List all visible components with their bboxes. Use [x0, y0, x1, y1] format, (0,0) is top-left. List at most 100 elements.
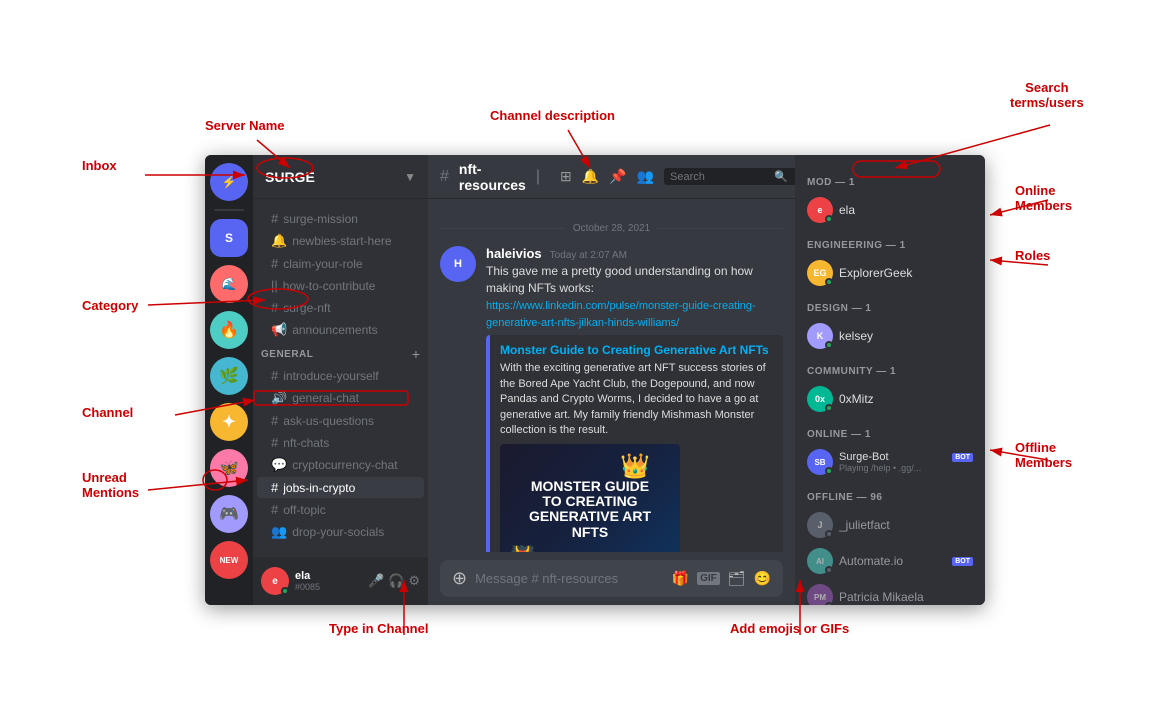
- notifications-icon[interactable]: 🔔: [582, 168, 599, 185]
- member-item-patricia[interactable]: PM Patricia Mikaela: [803, 581, 977, 605]
- settings-icon[interactable]: ⚙: [408, 573, 420, 589]
- hash-icon: #: [271, 300, 278, 315]
- member-item-0xmitz[interactable]: 0x 0xMitz: [803, 383, 977, 415]
- megaphone-icon: 📢: [271, 322, 287, 338]
- annotation-add-emojis: Add emojis or GIFs: [730, 621, 849, 636]
- member-name: Surge-Bot: [839, 451, 949, 463]
- member-status-online: [825, 278, 833, 286]
- channel-item[interactable]: 🔊 general-chat: [257, 387, 424, 409]
- annotation-category: Category: [82, 298, 138, 313]
- channel-name: surge-nft: [283, 301, 416, 315]
- member-name: Automate.io: [839, 554, 949, 568]
- annotation-search: Searchterms/users: [1010, 80, 1084, 110]
- message-text: This gave me a pretty good understanding…: [486, 263, 783, 331]
- bell-icon: 🔔: [271, 233, 287, 249]
- channel-item[interactable]: # nft-chats: [257, 432, 424, 453]
- role-header-mod: MOD — 1: [803, 171, 977, 190]
- pin-icon[interactable]: 📌: [609, 168, 626, 185]
- server-name: SURGE: [265, 169, 404, 185]
- hash-icon: #: [271, 211, 278, 226]
- channel-name: off-topic: [283, 503, 416, 517]
- user-panel: e ela #0085 🎤 🎧 ⚙: [253, 557, 428, 605]
- member-item-surgebot[interactable]: SB Surge-Bot BOT Playing /help • .gg/...: [803, 446, 977, 478]
- annotation-server-name: Server Name: [205, 118, 285, 133]
- gift-icon[interactable]: 🎁: [672, 570, 689, 587]
- member-avatar: J: [807, 512, 833, 538]
- channel-name: general-chat: [292, 391, 416, 405]
- discord-icon[interactable]: ⚡: [210, 163, 248, 201]
- hash-icon: #: [271, 502, 278, 517]
- message-input-area: ⊕ 🎁 GIF 🗂 😊: [428, 552, 795, 605]
- members-icon[interactable]: 👥: [637, 168, 654, 185]
- message-header: haleivios Today at 2:07 AM: [486, 246, 783, 261]
- server-icon-2[interactable]: 🔥: [210, 311, 248, 349]
- user-status-dot: [281, 587, 289, 595]
- server-icon-6[interactable]: 🎮: [210, 495, 248, 533]
- member-status-online: [825, 467, 833, 475]
- user-controls: 🎤 🎧 ⚙: [368, 573, 420, 589]
- server-icon-5[interactable]: 🦋: [210, 449, 248, 487]
- bot-info: Surge-Bot BOT Playing /help • .gg/...: [839, 451, 973, 473]
- message-author: haleivios: [486, 246, 542, 261]
- member-item-explorergeek[interactable]: EG ExplorerGeek: [803, 257, 977, 289]
- channel-item[interactable]: # ask-us-questions: [257, 410, 424, 431]
- emoji-icon[interactable]: 😊: [754, 570, 771, 587]
- member-item-kelsey[interactable]: K kelsey: [803, 320, 977, 352]
- category-education-header[interactable]: EDUCATION +: [253, 549, 428, 557]
- message-input[interactable]: [475, 571, 664, 586]
- search-box: 🔍: [664, 168, 795, 185]
- member-name: ela: [839, 203, 973, 217]
- member-name: _julietfact: [839, 518, 973, 532]
- server-icon-new[interactable]: NEW: [210, 541, 248, 579]
- bot-badge: BOT: [952, 557, 973, 566]
- server-icon-surge[interactable]: S: [210, 219, 248, 257]
- channel-item[interactable]: 👥 drop-your-socials: [257, 521, 424, 543]
- crown-decoration: 👑: [620, 452, 650, 481]
- channel-item-jobs-in-crypto[interactable]: # jobs-in-crypto: [257, 477, 424, 498]
- channel-name: newbies-start-here: [292, 234, 416, 248]
- member-item-automate[interactable]: AI Automate.io BOT: [803, 545, 977, 577]
- channel-item[interactable]: 🔔 newbies-start-here: [257, 230, 424, 252]
- channel-name: jobs-in-crypto: [283, 481, 416, 495]
- channel-item[interactable]: 📢 announcements: [257, 319, 424, 341]
- server-icon-4[interactable]: ✦: [210, 403, 248, 441]
- hash-icon: #: [271, 368, 278, 383]
- channel-header: # nft-resources | Here we will post the …: [428, 155, 795, 199]
- microphone-icon[interactable]: 🎤: [368, 573, 384, 589]
- member-item-julietfact[interactable]: J _julietfact: [803, 509, 977, 541]
- member-item-ela[interactable]: e ela: [803, 194, 977, 226]
- bot-badge: BOT: [952, 453, 973, 462]
- member-avatar: K: [807, 323, 833, 349]
- gif-icon[interactable]: GIF: [697, 572, 720, 585]
- server-sidebar: ⚡ S 🌊 🔥 🌿 ✦ 🦋 🎮 NEW: [205, 155, 253, 605]
- server-icon-1[interactable]: 🌊: [210, 265, 248, 303]
- message-avatar: H: [440, 246, 476, 282]
- channel-item[interactable]: # surge-nft: [257, 297, 424, 318]
- channel-item[interactable]: || how-to-contribute: [257, 275, 424, 296]
- people-icon: 👥: [271, 524, 287, 540]
- category-general-header[interactable]: GENERAL +: [253, 342, 428, 364]
- embed-title: Monster Guide to Creating Generative Art…: [500, 343, 773, 357]
- member-name: 0xMitz: [839, 392, 973, 406]
- threads-icon[interactable]: ⊞: [560, 168, 572, 185]
- add-channel-icon[interactable]: +: [412, 346, 420, 362]
- headphone-icon[interactable]: 🎧: [388, 573, 404, 589]
- channel-item[interactable]: 💬 cryptocurrency-chat: [257, 454, 424, 476]
- member-status-online: [825, 215, 833, 223]
- member-activity: Playing /help • .gg/...: [839, 463, 973, 473]
- channel-item[interactable]: # introduce-yourself: [257, 365, 424, 386]
- channel-item[interactable]: # off-topic: [257, 499, 424, 520]
- annotation-online-members: OnlineMembers: [1015, 183, 1072, 213]
- message-input-box: ⊕ 🎁 GIF 🗂 😊: [440, 560, 783, 597]
- server-icon-3[interactable]: 🌿: [210, 357, 248, 395]
- sticker-icon[interactable]: 🗂: [728, 570, 746, 587]
- channel-item[interactable]: # claim-your-role: [257, 253, 424, 274]
- channel-name: claim-your-role: [283, 257, 416, 271]
- add-content-button[interactable]: ⊕: [452, 568, 467, 589]
- annotation-offline-members: OfflineMembers: [1015, 440, 1072, 470]
- channel-name: drop-your-socials: [292, 525, 416, 539]
- server-header[interactable]: SURGE ▼: [253, 155, 428, 199]
- message-link[interactable]: https://www.linkedin.com/pulse/monster-g…: [486, 300, 756, 329]
- search-input[interactable]: [670, 171, 770, 183]
- channel-item[interactable]: # surge-mission: [257, 208, 424, 229]
